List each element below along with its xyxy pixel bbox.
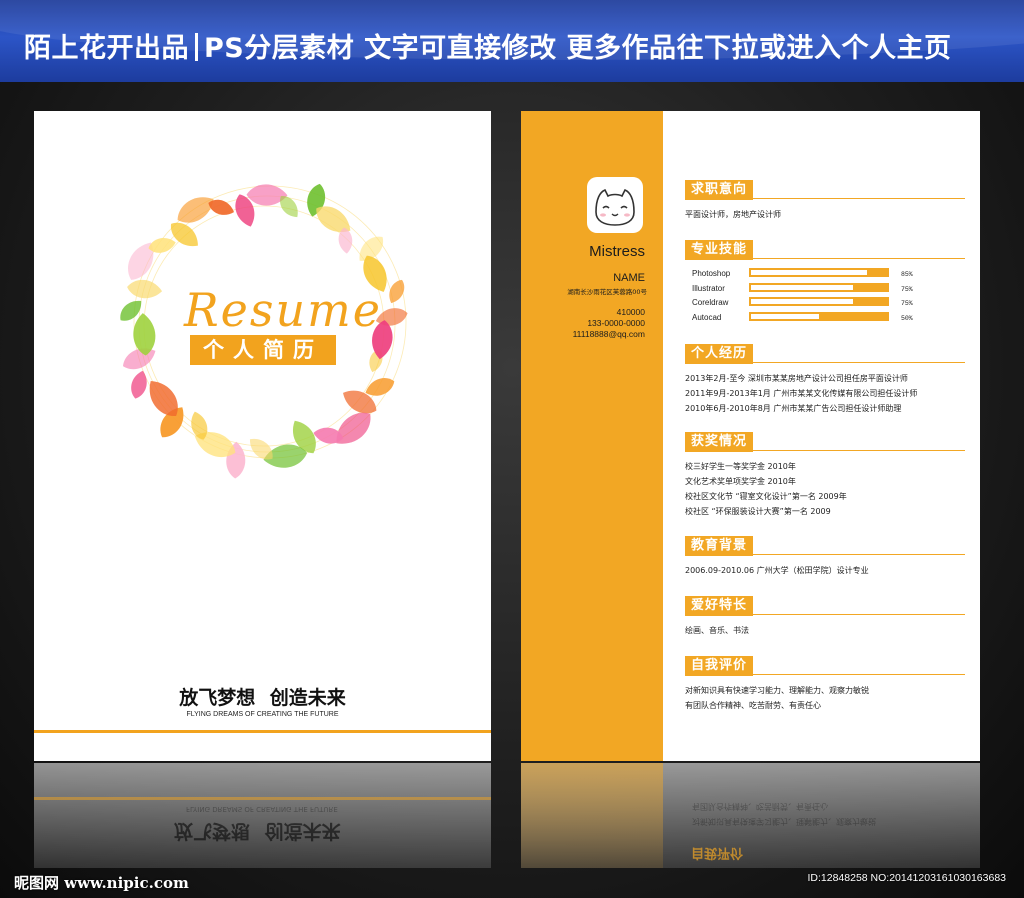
banner-brand: 陌上花开出品 xyxy=(24,33,189,64)
cat-face-icon xyxy=(595,188,635,226)
avatar xyxy=(587,177,643,233)
cover-slogan: 放飞梦想 创造未来 xyxy=(179,687,346,709)
banner-tagline: PS分层素材 文字可直接修改 更多作品往下拉或进入个人主页 xyxy=(204,33,952,64)
section-title: 爱好特长 xyxy=(685,596,754,616)
hobbies-line: 绘画、音乐、书法 xyxy=(685,626,749,635)
postcode: 410000 xyxy=(616,307,645,317)
section-title: 专业技能 xyxy=(685,240,754,260)
address: 湖南长沙雨花区芙蓉路00号 xyxy=(567,288,647,296)
objective-line: 平面设计师，房地产设计师 xyxy=(685,210,781,219)
section-title: 自我评价 xyxy=(685,656,754,676)
self-eval-line: 对新知识具有快速学习能力、理解能力、观察力敏锐 xyxy=(685,686,869,695)
skill-percent: 85% xyxy=(901,271,913,278)
award-line: 校三好学生一等奖学金 2010年 xyxy=(685,462,796,471)
award-line: 校社区 “环保服装设计大赛”第一名 2009 xyxy=(685,507,831,516)
skill-bar-fill xyxy=(751,270,867,275)
reflection-section-title: 自我评价 xyxy=(691,845,744,860)
petal xyxy=(127,279,163,299)
name-label: NAME xyxy=(613,272,645,284)
section-rule xyxy=(685,674,965,675)
section-rule xyxy=(685,362,965,363)
section-self-evaluation: 自我评价 对新知识具有快速学习能力、理解能力、观察力敏锐 有团队合作精神、吃苦耐… xyxy=(685,654,965,713)
name-english: Mistress xyxy=(589,243,645,260)
experience-line: 2013年2月-至今 深圳市某某房地产设计公司担任房平面设计师 xyxy=(685,374,908,383)
reflection-line: 有团队合作精神、吃苦耐劳、有责任心 xyxy=(692,802,828,811)
self-eval-line: 有团队合作精神、吃苦耐劳、有责任心 xyxy=(685,701,821,710)
section-skills: 专业技能 Photoshop 85% Illustrator 75% Corel… xyxy=(685,238,965,324)
section-rule xyxy=(685,258,965,259)
award-line: 校社区文化节 “寝室文化设计”第一名 2009年 xyxy=(685,492,847,501)
section-title: 求职意向 xyxy=(685,180,754,200)
cover-title-badge: 个人简历 xyxy=(190,335,336,365)
section-rule xyxy=(685,614,965,615)
image-id-label: ID:12848258 NO:20141203161030163683 xyxy=(807,872,1006,884)
reflection-divider xyxy=(34,797,491,800)
skill-row: Illustrator 75% xyxy=(685,280,913,295)
section-title: 获奖情况 xyxy=(685,432,754,452)
site-watermark: 昵图网 www.nipic.com xyxy=(14,874,189,892)
skill-bar xyxy=(749,311,889,321)
resume-sidebar: Mistress NAME 湖南长沙雨花区芙蓉路00号 410000 133-0… xyxy=(521,111,663,761)
skill-row: Autocad 50% xyxy=(685,309,913,324)
section-experience: 个人经历 2013年2月-至今 深圳市某某房地产设计公司担任房平面设计师 201… xyxy=(685,342,965,416)
cover-divider xyxy=(34,730,491,733)
section-rule xyxy=(685,450,965,451)
award-line: 文化艺术奖单项奖学金 2010年 xyxy=(685,477,796,486)
top-banner: 陌上花开出品 PS分层素材 文字可直接修改 更多作品往下拉或进入个人主页 xyxy=(0,0,1024,82)
resume-reflection: 有团队合作精神、吃苦耐劳、有责任心 对新知识具有快速学习能力、理解能力、观察力敏… xyxy=(521,763,980,868)
skill-name: Autocad xyxy=(692,312,722,322)
cover-reflection: FLYING DREAMS OF CREATING THE FUTURE 放飞梦… xyxy=(34,763,491,868)
skill-bar-fill xyxy=(751,284,853,290)
banner-separator xyxy=(195,33,198,61)
resume-cover-page: Resume 个人简历 放飞梦想 创造未来 FLYING DREAMS OF C… xyxy=(34,111,491,761)
cover-slogan-english: FLYING DREAMS OF CREATING THE FUTURE xyxy=(186,711,339,718)
cover-script-title: Resume xyxy=(184,283,382,337)
section-rule xyxy=(685,198,965,199)
section-education: 教育背景 2006.09-2010.06 广州大学（松田学院）设计专业 xyxy=(685,534,965,578)
skill-row: Coreldraw 75% xyxy=(685,294,913,309)
experience-line: 2011年9月-2013年1月 广州市某某文化传媒有限公司担任设计师 xyxy=(685,389,918,398)
section-title: 教育背景 xyxy=(685,536,754,556)
section-hobbies: 爱好特长 绘画、音乐、书法 xyxy=(685,594,965,638)
skill-percent: 50% xyxy=(901,314,913,322)
section-rule xyxy=(685,554,965,555)
skill-row: Photoshop 85% xyxy=(685,265,913,280)
education-line: 2006.09-2010.06 广州大学（松田学院）设计专业 xyxy=(685,566,869,575)
petal xyxy=(133,313,156,356)
skill-bar xyxy=(749,268,889,277)
email: 11118888@qq.com xyxy=(572,329,645,339)
petal xyxy=(131,370,147,399)
reflection-slogan-english: FLYING DREAMS OF CREATING THE FUTURE xyxy=(186,805,338,813)
reflection-line: 对新知识具有快速学习能力、理解能力、观察力敏锐 xyxy=(692,817,876,826)
phone: 133-0000-0000 xyxy=(587,318,645,328)
skill-bar-fill xyxy=(751,313,819,319)
reflection-slogan: 放飞梦想 创造未来 xyxy=(174,820,341,842)
reflection-sidebar xyxy=(521,763,663,868)
section-title: 个人经历 xyxy=(685,344,754,364)
skill-bar xyxy=(749,282,889,292)
experience-line: 2010年6月-2010年8月 广州市某某广告公司担任设计师助理 xyxy=(685,404,902,413)
skill-percent: 75% xyxy=(901,300,913,307)
skill-bar-fill xyxy=(751,299,853,304)
section-objective: 求职意向 平面设计师，房地产设计师 xyxy=(685,178,965,222)
resume-content-page: Mistress NAME 湖南长沙雨花区芙蓉路00号 410000 133-0… xyxy=(521,111,980,761)
skill-bar xyxy=(749,297,889,306)
banner-text: 陌上花开出品 PS分层素材 文字可直接修改 更多作品往下拉或进入个人主页 xyxy=(24,26,952,65)
section-awards: 获奖情况 校三好学生一等奖学金 2010年 文化艺术奖单项奖学金 2010年 校… xyxy=(685,430,965,519)
skill-percent: 75% xyxy=(901,285,913,293)
